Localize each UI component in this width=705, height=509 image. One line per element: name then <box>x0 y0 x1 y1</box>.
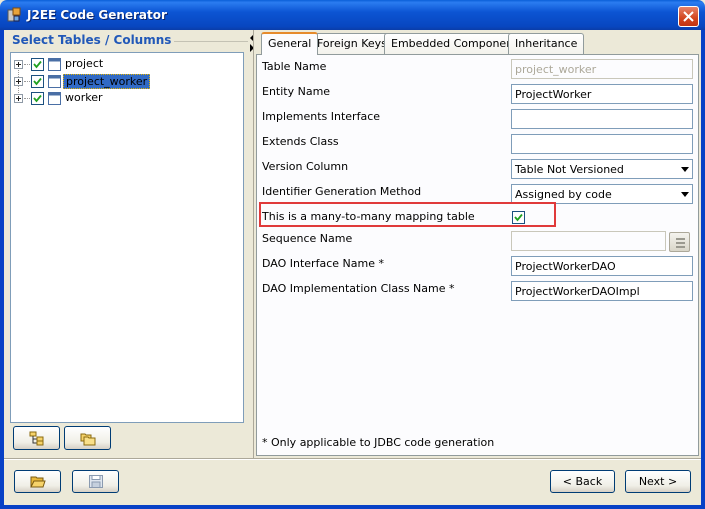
check-icon <box>514 213 523 222</box>
close-icon <box>683 11 694 22</box>
dao-impl-field[interactable]: ProjectWorkerDAOImpl <box>511 281 693 301</box>
dao-interface-field[interactable]: ProjectWorkerDAO <box>511 256 693 276</box>
extends-class-label: Extends Class <box>262 135 339 148</box>
back-button[interactable]: < Back <box>550 470 615 493</box>
table-icon <box>48 58 61 71</box>
dao-interface-label: DAO Interface Name * <box>262 257 384 270</box>
tab-bar: General Foreign Keys Embedded Components… <box>258 32 698 55</box>
window-frame-bottom <box>0 505 705 509</box>
window-frame-left <box>0 30 4 509</box>
folders-icon <box>80 433 96 446</box>
open-button[interactable] <box>14 470 61 493</box>
panel-title: Select Tables / Columns <box>12 33 175 47</box>
many-to-many-checkbox[interactable] <box>512 211 525 224</box>
many-to-many-label: This is a many-to-many mapping table <box>262 210 475 223</box>
tree-item-label: project_worker <box>63 74 151 89</box>
save-button[interactable] <box>72 470 119 493</box>
tab-foreign-keys[interactable]: Foreign Keys <box>310 33 394 54</box>
tree-item-project[interactable]: project <box>11 56 241 72</box>
tab-inheritance[interactable]: Inheritance <box>508 33 585 54</box>
tree-structure-button[interactable] <box>13 426 60 450</box>
check-icon <box>33 77 42 86</box>
sequence-browse-button[interactable] <box>669 232 690 252</box>
extends-class-field[interactable] <box>511 134 693 154</box>
tree-item-project-worker[interactable]: project_worker <box>11 73 241 89</box>
app-icon <box>6 7 22 23</box>
chevron-down-icon <box>681 167 689 172</box>
tree-checkbox[interactable] <box>31 58 44 71</box>
general-tab-panel: Table Name project_worker Entity Name Pr… <box>256 54 699 456</box>
table-name-field: project_worker <box>511 59 693 79</box>
table-selection-panel: Select Tables / Columns project project_ <box>6 32 249 455</box>
open-folder-icon <box>30 476 46 488</box>
id-generation-label: Identifier Generation Method <box>262 185 422 198</box>
tab-general[interactable]: General <box>261 32 319 55</box>
tree-checkbox[interactable] <box>31 75 44 88</box>
implements-interface-field[interactable] <box>511 109 693 129</box>
window-title: J2EE Code Generator <box>27 8 167 22</box>
folders-button[interactable] <box>64 426 111 450</box>
tree-item-label: worker <box>65 91 103 104</box>
expand-icon[interactable] <box>14 94 23 103</box>
expand-icon[interactable] <box>14 77 23 86</box>
window-frame-right <box>701 30 705 509</box>
entity-name-field[interactable]: ProjectWorker <box>511 84 693 104</box>
sequence-name-field <box>511 231 666 251</box>
save-icon <box>89 475 103 488</box>
footnote: * Only applicable to JDBC code generatio… <box>262 436 495 449</box>
version-column-value: Table Not Versioned <box>515 163 624 176</box>
entity-name-label: Entity Name <box>262 85 331 98</box>
chevron-down-icon <box>681 192 689 197</box>
id-generation-value: Assigned by code <box>515 188 612 201</box>
dao-impl-label: DAO Implementation Class Name * <box>262 282 455 295</box>
sequence-name-label: Sequence Name <box>262 232 353 245</box>
check-icon <box>33 60 42 69</box>
table-icon <box>48 75 61 88</box>
table-name-label: Table Name <box>262 60 327 73</box>
tree-item-worker[interactable]: worker <box>11 90 241 106</box>
expand-icon[interactable] <box>14 60 23 69</box>
panel-splitter[interactable] <box>249 30 255 458</box>
title-bar[interactable]: J2EE Code Generator <box>0 0 705 30</box>
tree-item-label: project <box>65 57 104 70</box>
check-icon <box>33 94 42 103</box>
version-column-select[interactable]: Table Not Versioned <box>511 159 693 179</box>
version-column-label: Version Column <box>262 160 349 173</box>
tree-checkbox[interactable] <box>31 92 44 105</box>
table-tree[interactable]: project project_worker worker <box>10 52 244 423</box>
id-generation-select[interactable]: Assigned by code <box>511 184 693 204</box>
table-icon <box>48 92 61 105</box>
next-button[interactable]: Next > <box>625 470 691 493</box>
implements-interface-label: Implements Interface <box>262 110 381 123</box>
close-button[interactable] <box>678 6 699 27</box>
bottom-separator <box>4 458 701 460</box>
tree-structure-icon <box>29 431 44 446</box>
